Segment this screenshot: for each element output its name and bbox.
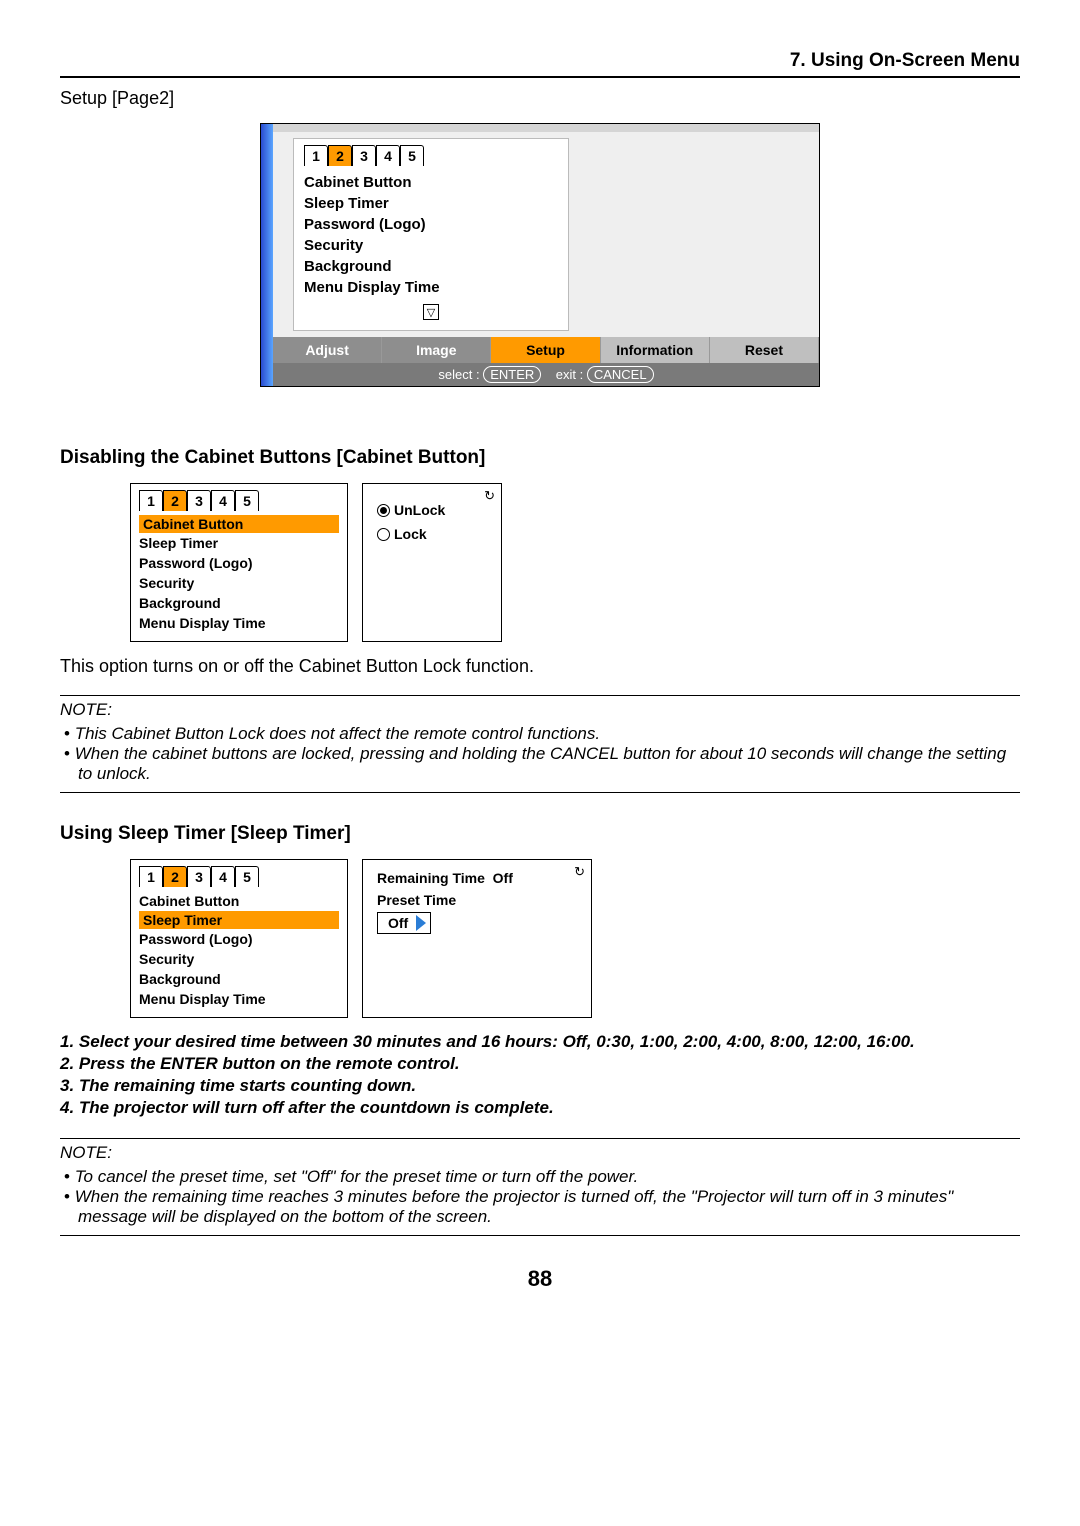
cab-item-sleep-timer[interactable]: Sleep Timer <box>139 533 339 553</box>
preset-time-selector[interactable]: Off <box>377 912 431 934</box>
slp-page-3[interactable]: 3 <box>187 866 211 887</box>
slp-item-background[interactable]: Background <box>139 969 339 989</box>
sleep-steps: 1. Select your desired time between 30 m… <box>60 1032 1020 1118</box>
cab-page-5[interactable]: 5 <box>235 490 259 511</box>
cab-page-2[interactable]: 2 <box>163 490 187 511</box>
slp-item-cabinet-button[interactable]: Cabinet Button <box>139 891 339 911</box>
radio-dot-off-icon <box>377 528 390 541</box>
slp-item-security[interactable]: Security <box>139 949 339 969</box>
blue-side-strip <box>261 124 273 386</box>
page-tab-3[interactable]: 3 <box>352 145 376 166</box>
preset-time-label: Preset Time <box>377 892 577 908</box>
tab-information[interactable]: Information <box>601 337 710 363</box>
radio-dot-on-icon <box>377 504 390 517</box>
section-header: 7. Using On-Screen Menu <box>60 50 1020 78</box>
note-label: NOTE: <box>60 1143 1020 1163</box>
menu-panel: 1 2 3 4 5 Cabinet Button Sleep Timer Pas… <box>293 138 569 331</box>
scroll-down-icon[interactable]: ▽ <box>304 304 558 320</box>
unlock-label: UnLock <box>394 502 445 518</box>
refresh-icon: ↻ <box>574 864 585 880</box>
menu-item-security[interactable]: Security <box>304 235 558 256</box>
menu-item-sleep-timer[interactable]: Sleep Timer <box>304 193 558 214</box>
cab-page-3[interactable]: 3 <box>187 490 211 511</box>
cancel-key-icon: CANCEL <box>587 366 654 383</box>
sleep-step-2: 2. Press the ENTER button on the remote … <box>60 1054 1020 1074</box>
bottom-tab-bar: Adjust Image Setup Information Reset <box>273 337 819 363</box>
page-tab-1[interactable]: 1 <box>304 145 328 166</box>
cabinet-note-2: When the cabinet buttons are locked, pre… <box>60 744 1020 784</box>
page-tab-2[interactable]: 2 <box>328 145 352 166</box>
cab-item-cabinet-button[interactable]: Cabinet Button <box>139 515 339 533</box>
sleep-note-2: When the remaining time reaches 3 minute… <box>60 1187 1020 1227</box>
cab-item-background[interactable]: Background <box>139 593 339 613</box>
sleep-step-4: 4. The projector will turn off after the… <box>60 1098 1020 1118</box>
slp-page-2[interactable]: 2 <box>163 866 187 887</box>
slp-item-sleep-timer[interactable]: Sleep Timer <box>139 911 339 929</box>
preset-time-value: Off <box>388 915 408 931</box>
exit-label: exit : <box>556 367 583 382</box>
sleep-menu-panel: 1 2 3 4 5 Cabinet Button Sleep Timer Pas… <box>130 859 348 1018</box>
cab-item-menu-display-time[interactable]: Menu Display Time <box>139 613 339 633</box>
menu-item-password-logo[interactable]: Password (Logo) <box>304 214 558 235</box>
page-tab-5[interactable]: 5 <box>400 145 424 166</box>
tab-reset[interactable]: Reset <box>710 337 819 363</box>
tab-setup[interactable]: Setup <box>491 337 600 363</box>
cabinet-note-1: This Cabinet Button Lock does not affect… <box>60 724 1020 744</box>
arrow-right-icon <box>416 915 426 931</box>
slp-page-4[interactable]: 4 <box>211 866 235 887</box>
menu-item-background[interactable]: Background <box>304 256 558 277</box>
select-label: select : <box>438 367 479 382</box>
cabinet-menu-panel: 1 2 3 4 5 Cabinet Button Sleep Timer Pas… <box>130 483 348 642</box>
setup-page-label: Setup [Page2] <box>60 88 1020 109</box>
sleep-note-block: NOTE: To cancel the preset time, set "Of… <box>60 1138 1020 1236</box>
cabinet-options-panel: ↻ UnLock Lock <box>362 483 502 642</box>
slp-item-password-logo[interactable]: Password (Logo) <box>139 929 339 949</box>
menu-item-cabinet-button[interactable]: Cabinet Button <box>304 172 558 193</box>
cabinet-note-block: NOTE: This Cabinet Button Lock does not … <box>60 695 1020 793</box>
page-tab-4[interactable]: 4 <box>376 145 400 166</box>
slp-item-menu-display-time[interactable]: Menu Display Time <box>139 989 339 1009</box>
sleep-step-3: 3. The remaining time starts counting do… <box>60 1076 1020 1096</box>
radio-lock[interactable]: Lock <box>377 526 487 542</box>
sleep-step-1: 1. Select your desired time between 30 m… <box>60 1032 1020 1052</box>
cab-item-password-logo[interactable]: Password (Logo) <box>139 553 339 573</box>
remaining-time-label: Remaining Time <box>377 870 485 886</box>
sleep-heading: Using Sleep Timer [Sleep Timer] <box>60 823 1020 845</box>
page-tabs: 1 2 3 4 5 <box>304 145 558 166</box>
remaining-time-value: Off <box>493 870 513 886</box>
radio-unlock[interactable]: UnLock <box>377 502 487 518</box>
main-menu-screenshot: 1 2 3 4 5 Cabinet Button Sleep Timer Pas… <box>260 123 820 387</box>
slp-page-1[interactable]: 1 <box>139 866 163 887</box>
tab-image[interactable]: Image <box>382 337 491 363</box>
page-number: 88 <box>60 1266 1020 1292</box>
note-label: NOTE: <box>60 700 1020 720</box>
lock-label: Lock <box>394 526 427 542</box>
sleep-note-1: To cancel the preset time, set "Off" for… <box>60 1167 1020 1187</box>
refresh-icon: ↻ <box>484 488 495 504</box>
enter-key-icon: ENTER <box>483 366 541 383</box>
cab-page-1[interactable]: 1 <box>139 490 163 511</box>
cab-item-security[interactable]: Security <box>139 573 339 593</box>
slp-page-5[interactable]: 5 <box>235 866 259 887</box>
menu-item-menu-display-time[interactable]: Menu Display Time <box>304 277 558 298</box>
select-exit-bar: select : ENTER exit : CANCEL <box>273 363 819 386</box>
cabinet-description: This option turns on or off the Cabinet … <box>60 656 1020 677</box>
tab-adjust[interactable]: Adjust <box>273 337 382 363</box>
cabinet-heading: Disabling the Cabinet Buttons [Cabinet B… <box>60 447 1020 469</box>
cab-page-4[interactable]: 4 <box>211 490 235 511</box>
sleep-options-panel: ↻ Remaining Time Off Preset Time Off <box>362 859 592 1018</box>
